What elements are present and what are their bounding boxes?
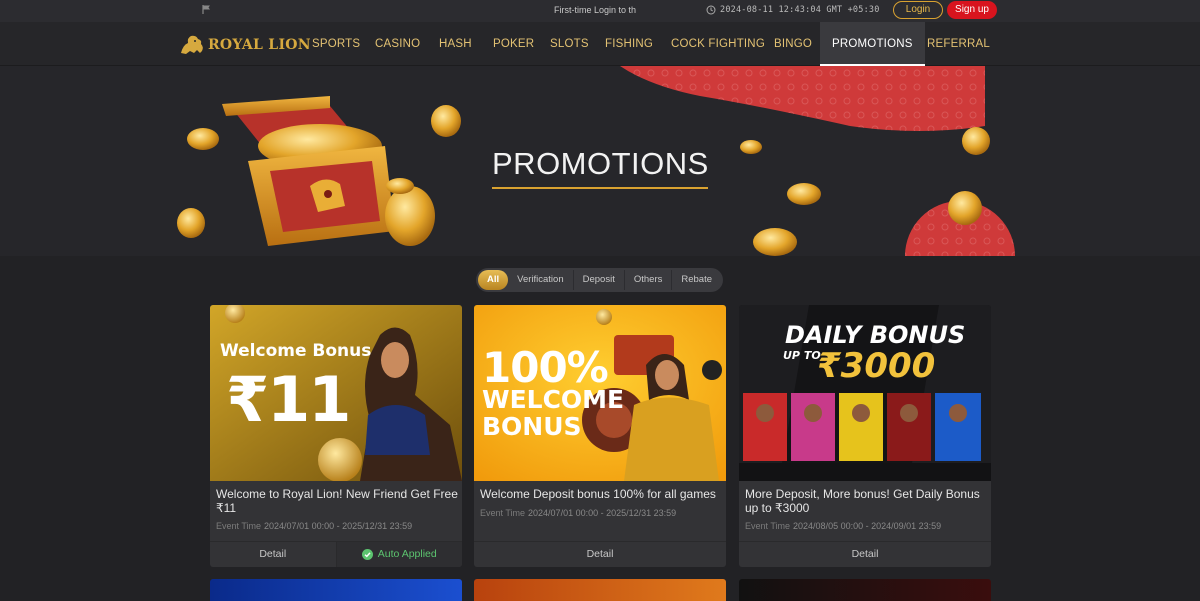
event-time: Event Time 2024/08/05 00:00 - 2024/09/01 … [745,521,941,531]
main-nav: ROYAL LION SPORTS CASINO HASH POKER SLOT… [0,22,1200,66]
filter-verification[interactable]: Verification [508,270,574,290]
nav-referral[interactable]: REFERRAL [927,22,990,66]
nav-hash[interactable]: HASH [439,22,472,66]
promo-title[interactable]: More Deposit, More bonus! Get Daily Bonu… [745,487,987,515]
promo-image-upto: UP TO [783,349,821,362]
promo-card-welcome-11[interactable]: Welcome Bonus ₹11 Welcome to Royal Lion!… [210,305,462,567]
nav-bingo[interactable]: BINGO [774,22,812,66]
promo-footer: Detail [474,541,726,567]
top-bar: First-time Login to th 2024-08-11 12:43:… [0,0,1200,22]
filter-rebate[interactable]: Rebate [672,270,721,290]
nav-sports[interactable]: SPORTS [312,22,360,66]
promo-card-daily-bonus[interactable]: DAILY BONUS UP TO ₹3000 More Deposit, Mo… [739,305,991,567]
promo-card-welcome-100[interactable]: 100% WELCOME BONUS Welcome Deposit bonus… [474,305,726,567]
logo[interactable]: ROYAL LION [178,32,311,58]
promo-image[interactable]: DAILY BONUS UP TO ₹3000 [739,305,991,481]
promo-image-heading: DAILY BONUS [785,321,966,349]
clock-icon [706,5,716,15]
event-time-label: Event Time [745,521,791,531]
logo-text: ROYAL LION [208,37,311,53]
promo-card-partial[interactable] [474,579,726,601]
nav-fishing[interactable]: FISHING [605,22,653,66]
lion-logo-icon [181,35,203,54]
auto-applied-label: Auto Applied [377,548,437,560]
promo-image[interactable]: Welcome Bonus ₹11 [210,305,462,481]
promo-image-amount: ₹3000 [817,346,936,386]
nav-casino[interactable]: CASINO [375,22,420,66]
promo-title[interactable]: Welcome Deposit bonus 100% for all games [480,487,722,501]
announcement-icon [202,5,210,14]
current-time: 2024-08-11 12:43:04 GMT +05:30 [720,5,880,15]
promo-card-partial[interactable] [739,579,991,601]
event-time-value: 2024/08/05 00:00 - 2024/09/01 23:59 [793,521,942,531]
filter-deposit[interactable]: Deposit [574,270,625,290]
promo-footer: Detail [739,541,991,567]
promo-image-subheading: BONUS [482,412,582,441]
page-title: PROMOTIONS [492,146,709,181]
promo-image-amount: ₹11 [226,363,351,436]
promo-image-heading: Welcome Bonus [220,341,372,361]
promotion-filter-tabs: All Verification Deposit Others Rebate [476,268,723,292]
event-time-label: Event Time [480,508,526,518]
event-time-value: 2024/07/01 00:00 - 2025/12/31 23:59 [264,521,413,531]
filter-others[interactable]: Others [625,270,673,290]
nav-slots[interactable]: SLOTS [550,22,589,66]
detail-button[interactable]: Detail [739,542,991,567]
filter-all[interactable]: All [478,270,509,290]
auto-applied-status: Auto Applied [335,542,462,567]
title-underline [492,187,708,189]
detail-button[interactable]: Detail [474,542,726,567]
event-time-label: Event Time [216,521,262,531]
nav-poker[interactable]: POKER [493,22,534,66]
event-time-value: 2024/07/01 00:00 - 2025/12/31 23:59 [528,508,677,518]
promotions-banner: PROMOTIONS [0,66,1200,256]
promo-card-partial[interactable] [210,579,462,601]
promo-image[interactable]: 100% WELCOME BONUS [474,305,726,481]
promo-image-heading: WELCOME [482,385,625,414]
promo-title[interactable]: Welcome to Royal Lion! New Friend Get Fr… [216,487,458,515]
check-circle-icon [361,549,373,560]
nav-cock-fighting[interactable]: COCK FIGHTING [671,22,765,66]
promo-footer: Detail Auto Applied [210,541,462,567]
signup-button[interactable]: Sign up [947,1,997,19]
login-button[interactable]: Login [893,1,943,19]
event-time: Event Time 2024/07/01 00:00 - 2025/12/31 … [216,521,412,531]
event-time: Event Time 2024/07/01 00:00 - 2025/12/31 … [480,508,676,518]
detail-button[interactable]: Detail [210,542,336,567]
nav-promotions[interactable]: PROMOTIONS [820,22,925,66]
announcement-marquee[interactable]: First-time Login to th [554,5,644,15]
